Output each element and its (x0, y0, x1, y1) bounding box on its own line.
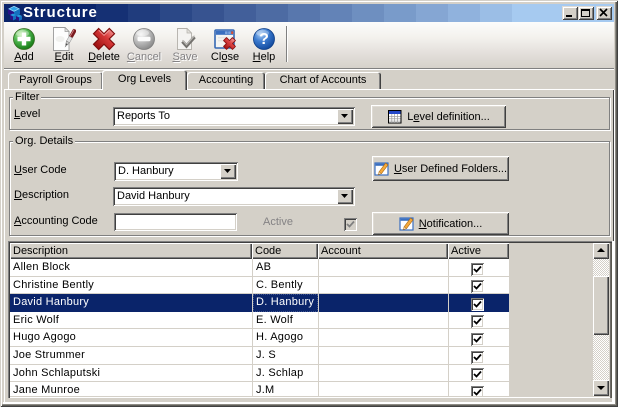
svg-text:?: ? (259, 31, 269, 48)
